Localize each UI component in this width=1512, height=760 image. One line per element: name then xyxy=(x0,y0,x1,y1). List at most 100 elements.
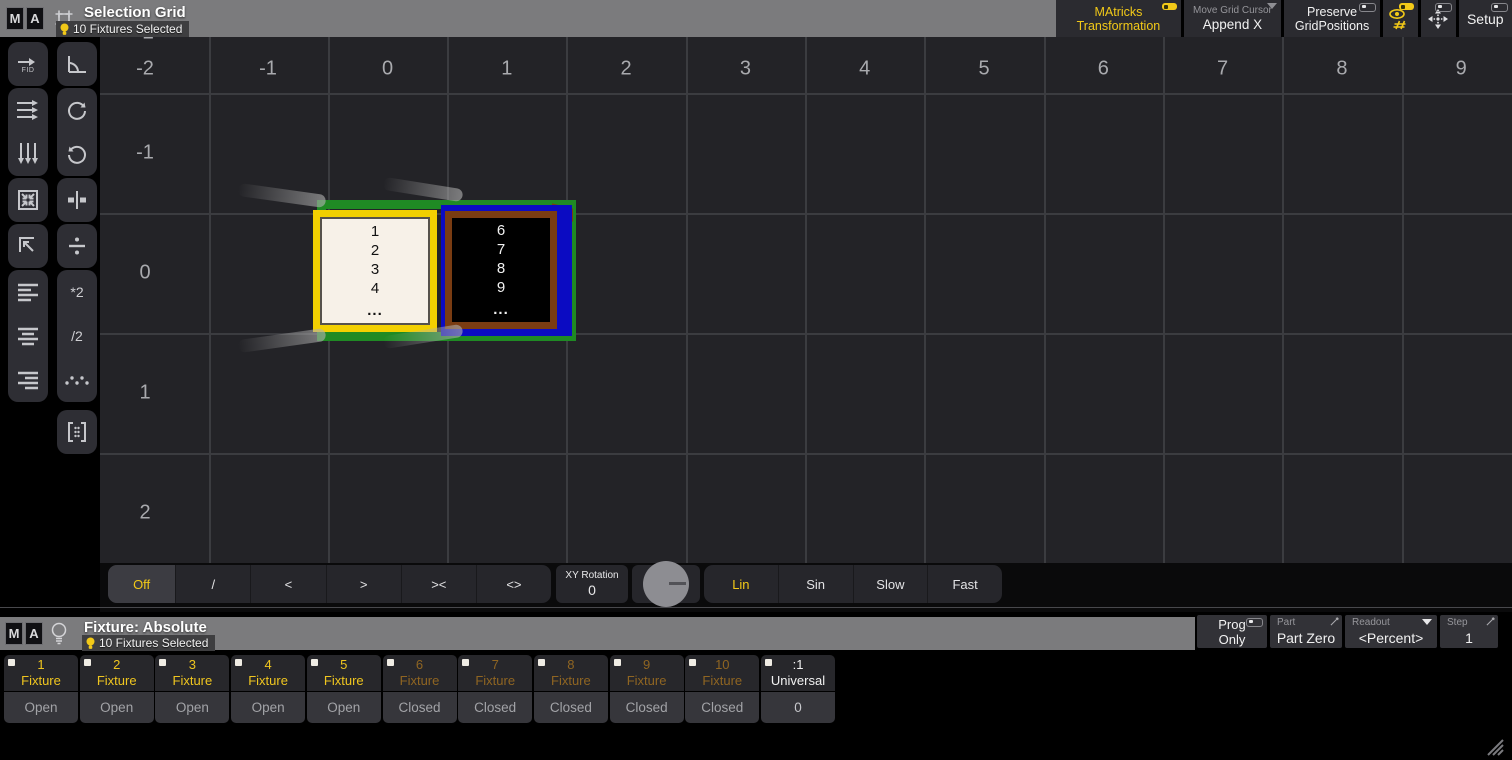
xy-rotation-field[interactable]: XY Rotation 0 xyxy=(556,565,628,603)
fixture-button-6[interactable]: 6 Fixture Closed xyxy=(383,655,457,723)
arrows-down-icon xyxy=(17,141,39,167)
fixture-button-name: Fixture xyxy=(685,673,759,688)
selection-status-badge: 10 Fixtures Selected xyxy=(56,21,189,37)
angle-button[interactable] xyxy=(57,42,97,86)
fixture-button-3[interactable]: 3 Fixture Open xyxy=(155,655,229,723)
grid-col-label: 0 xyxy=(382,58,393,81)
rotate-cw-button[interactable] xyxy=(57,88,97,132)
fixture-button-10[interactable]: 10 Fixture Closed xyxy=(685,655,759,723)
arrows-down-button[interactable] xyxy=(8,132,48,176)
mode-segment-button[interactable]: / xyxy=(175,565,250,603)
corner-arrow-icon xyxy=(16,234,40,258)
divide-2-button[interactable]: /2 xyxy=(57,314,97,358)
fixture-button-name: Fixture xyxy=(383,673,457,688)
sidebar-group xyxy=(57,178,97,222)
show-fixture-ids-button[interactable] xyxy=(1383,0,1418,37)
xy-rotation-label: XY Rotation xyxy=(565,570,618,582)
fixture-id: 7 xyxy=(497,240,505,259)
fixture-more-indicator: ... xyxy=(493,300,509,319)
fixture-button-7[interactable]: 7 Fixture Closed xyxy=(458,655,532,723)
prog-only-button[interactable]: Prog Only xyxy=(1197,615,1267,648)
step-button[interactable]: Step 1 xyxy=(1440,615,1498,648)
arrows-right-icon xyxy=(15,99,41,121)
shuffle-button[interactable] xyxy=(57,358,97,402)
xy-rotation-value: 0 xyxy=(588,582,596,598)
xy-rotation-encoder[interactable] xyxy=(632,565,700,603)
readout-label: Readout xyxy=(1352,617,1390,628)
fixture-button-name: Universal xyxy=(761,673,835,688)
selection-grid-titlebar[interactable]: MA Selection Grid 10 Fixtures Selected xyxy=(0,0,1062,37)
compress-button[interactable] xyxy=(8,178,48,222)
resize-grip[interactable] xyxy=(1478,734,1504,756)
readout-button[interactable]: Readout <Percent> xyxy=(1345,615,1437,648)
selection-status-text: 10 Fixtures Selected xyxy=(99,636,208,650)
fixture-id: 2 xyxy=(371,241,379,260)
fixture-button-1[interactable]: 1 Fixture Open xyxy=(4,655,78,723)
readout-value: <Percent> xyxy=(1345,630,1437,646)
align-center-button[interactable] xyxy=(8,314,48,358)
divide-button[interactable] xyxy=(57,224,97,268)
align-right-button[interactable] xyxy=(8,358,48,402)
ma-logo: MA xyxy=(6,7,44,30)
mode-off-button[interactable]: Off xyxy=(108,565,175,603)
rotate-ccw-icon xyxy=(65,142,89,166)
compress-icon xyxy=(16,188,40,212)
preserve-gridpositions-button[interactable]: Preserve GridPositions xyxy=(1284,0,1380,37)
rotate-ccw-button[interactable] xyxy=(57,132,97,176)
grid-row-label: -1 xyxy=(136,142,154,165)
mode-segment-button[interactable]: > xyxy=(326,565,401,603)
fade-segment-button[interactable]: Fast xyxy=(927,565,1002,603)
corner-reset-button[interactable] xyxy=(8,224,48,268)
divide-2-label: /2 xyxy=(71,328,83,344)
preserve-line2: GridPositions xyxy=(1295,19,1369,33)
fade-mode-toolbar: LinSinSlowFast xyxy=(704,565,1002,603)
grid-col-label: 5 xyxy=(978,58,989,81)
matricks-transformation-button[interactable]: MAtricks Transformation xyxy=(1056,0,1181,37)
fixture-button-id: 10 xyxy=(685,657,759,672)
part-button[interactable]: Part Part Zero xyxy=(1270,615,1342,648)
mode-segment-button[interactable]: < xyxy=(250,565,325,603)
fixture-button-5[interactable]: 5 Fixture Open xyxy=(307,655,381,723)
grid-cell-1-0[interactable]: 6 7 8 9 ... xyxy=(441,205,572,336)
fixture-button-9[interactable]: 9 Fixture Closed xyxy=(610,655,684,723)
edit-pencil-icon xyxy=(1330,617,1339,626)
fixture-button-id: 3 xyxy=(155,657,229,672)
fixture-id: 3 xyxy=(371,260,379,279)
fixture-button-name: Fixture xyxy=(307,673,381,688)
grid-cell-0-0-cursor[interactable]: 1 2 3 4 ... xyxy=(313,210,437,332)
grid-vline xyxy=(1402,37,1404,612)
mode-segment-button[interactable]: <> xyxy=(476,565,551,603)
align-left-icon xyxy=(16,281,40,303)
move-grid-cursor-button[interactable]: Move Grid Cursor Append X xyxy=(1184,0,1281,37)
mirror-button[interactable] xyxy=(57,178,97,222)
fixture-button-1[interactable]: :1 Universal 0 xyxy=(761,655,835,723)
align-left-button[interactable] xyxy=(8,270,48,314)
fixture-button-4[interactable]: 4 Fixture Open xyxy=(231,655,305,723)
setup-button[interactable]: Setup xyxy=(1459,0,1512,37)
mode-segment-button[interactable]: >< xyxy=(401,565,476,603)
grid-hline xyxy=(100,93,1512,95)
part-label: Part xyxy=(1277,617,1295,628)
grid-brackets-button[interactable] xyxy=(57,410,97,454)
toggle-indicator-off xyxy=(1359,3,1376,12)
multiply-2-button[interactable]: *2 xyxy=(57,270,97,314)
encoder-knob[interactable] xyxy=(643,561,689,607)
move-window-button[interactable] xyxy=(1421,0,1456,37)
app-root: -2-10123456789 -2-1012 6 7 8 9 ... 1 2 3 xyxy=(0,0,1512,760)
fade-segment-button[interactable]: Lin xyxy=(704,565,778,603)
selection-grid-canvas[interactable]: -2-10123456789 -2-1012 6 7 8 9 ... 1 2 3 xyxy=(100,37,1512,612)
fid-order-button[interactable]: FID xyxy=(8,42,48,86)
fade-segment-button[interactable]: Slow xyxy=(853,565,928,603)
fixture-button-head: 1 Fixture xyxy=(4,655,78,691)
fixture-button-8[interactable]: 8 Fixture Closed xyxy=(534,655,608,723)
selection-status-badge: 10 Fixtures Selected xyxy=(82,635,215,651)
fixture-window-titlebar[interactable]: MA Fixture: Absolute 10 Fixtures Selecte… xyxy=(0,617,1195,650)
fixture-button-2[interactable]: 2 Fixture Open xyxy=(80,655,154,723)
fade-segment-button[interactable]: Sin xyxy=(778,565,853,603)
grid-col-label: -2 xyxy=(136,58,154,81)
edit-pencil-icon xyxy=(1486,617,1495,626)
fixture-button-id: 1 xyxy=(4,657,78,672)
arrows-right-button[interactable] xyxy=(8,88,48,132)
matricks-line1: MAtricks xyxy=(1094,5,1142,19)
fixture-button-id: 2 xyxy=(80,657,154,672)
